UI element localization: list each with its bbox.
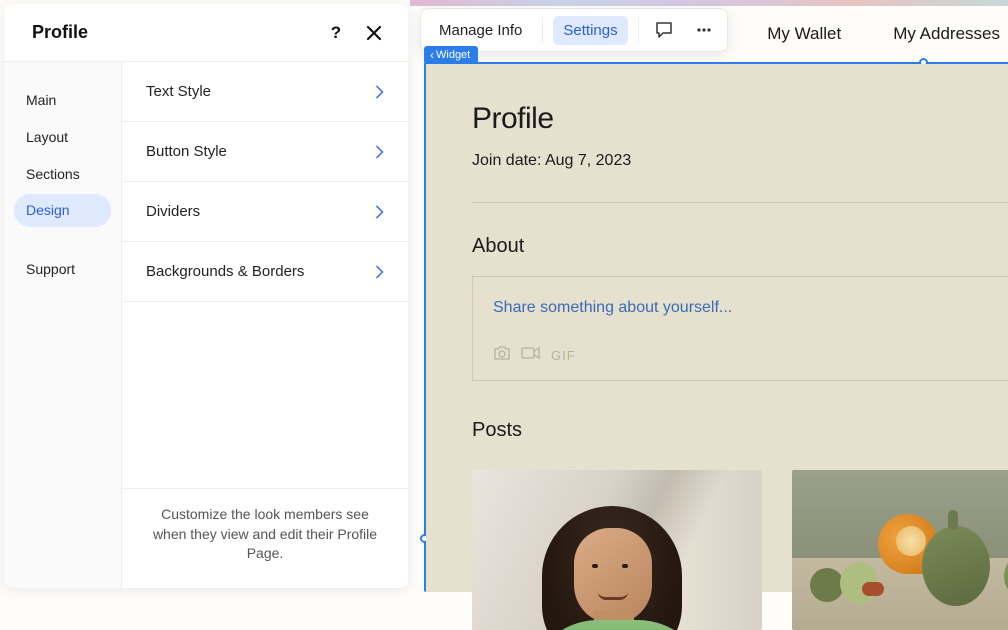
chevron-right-icon	[375, 205, 384, 219]
page-top-gradient	[410, 0, 1008, 6]
panel-header-actions: ?	[326, 23, 384, 43]
posts-heading: Posts	[472, 419, 1008, 442]
sidebar-item-layout[interactable]: Layout	[14, 121, 111, 154]
selection-tag[interactable]: Widget	[424, 46, 478, 64]
chevron-right-icon	[375, 145, 384, 159]
member-top-nav: My Wallet My Addresses	[767, 24, 1000, 44]
nav-my-wallet[interactable]: My Wallet	[767, 24, 841, 44]
join-date: Join date: Aug 7, 2023	[472, 152, 1008, 170]
toolbar-divider	[542, 17, 543, 43]
sidebar-item-design[interactable]: Design	[14, 194, 111, 227]
more-icon[interactable]	[689, 15, 719, 45]
camera-icon[interactable]	[493, 345, 511, 366]
panel-header: Profile ?	[4, 4, 408, 62]
panel-body: Main Layout Sections Design Support Text…	[4, 62, 408, 588]
profile-widget[interactable]: Profile Join date: Aug 7, 2023 About Sha…	[426, 64, 1008, 592]
gif-button[interactable]: GIF	[551, 348, 576, 363]
about-editor[interactable]: Share something about yourself... GIF	[472, 276, 1008, 381]
option-backgrounds-borders[interactable]: Backgrounds & Borders	[122, 242, 408, 302]
section-divider	[472, 202, 1008, 203]
panel-sidebar: Main Layout Sections Design Support	[4, 62, 122, 588]
selection-tag-label: Widget	[436, 49, 470, 61]
panel-title: Profile	[32, 22, 88, 43]
sidebar-item-main[interactable]: Main	[14, 84, 111, 117]
about-placeholder[interactable]: Share something about yourself...	[493, 299, 990, 317]
chevron-right-icon	[375, 85, 384, 99]
settings-panel: Profile ? Main Layout Sections Design Su…	[4, 4, 408, 588]
sidebar-item-sections[interactable]: Sections	[14, 158, 111, 191]
join-date-label: Join date:	[472, 152, 541, 169]
comments-icon[interactable]	[649, 15, 679, 45]
settings-button[interactable]: Settings	[553, 16, 627, 45]
option-label: Button Style	[146, 143, 227, 160]
post-card[interactable]	[792, 470, 1008, 630]
help-icon[interactable]: ?	[326, 23, 346, 43]
option-label: Text Style	[146, 83, 211, 100]
posts-row	[472, 470, 1008, 630]
widget-selection-frame: Widget Profile Join date: Aug 7, 2023 Ab…	[424, 62, 1008, 592]
option-text-style[interactable]: Text Style	[122, 62, 408, 122]
chevron-right-icon	[375, 265, 384, 279]
toolbar-divider	[638, 17, 639, 43]
panel-option-list: Text Style Button Style Dividers Backgro…	[122, 62, 408, 588]
manage-info-button[interactable]: Manage Info	[429, 16, 532, 45]
profile-heading: Profile	[472, 102, 1008, 136]
option-dividers[interactable]: Dividers	[122, 182, 408, 242]
about-heading: About	[472, 235, 1008, 258]
editor-canvas: Manage Info Settings My Wallet My Addres…	[410, 0, 1008, 590]
option-button-style[interactable]: Button Style	[122, 122, 408, 182]
nav-my-addresses[interactable]: My Addresses	[893, 24, 1000, 44]
about-media-toolbar: GIF	[493, 345, 990, 366]
video-icon[interactable]	[521, 346, 541, 365]
option-label: Backgrounds & Borders	[146, 263, 304, 280]
join-date-value: Aug 7, 2023	[545, 152, 631, 169]
panel-footer-note: Customize the look members see when they…	[122, 488, 408, 588]
sidebar-item-support[interactable]: Support	[14, 253, 111, 286]
option-label: Dividers	[146, 203, 200, 220]
post-card[interactable]	[472, 470, 762, 630]
close-icon[interactable]	[364, 23, 384, 43]
